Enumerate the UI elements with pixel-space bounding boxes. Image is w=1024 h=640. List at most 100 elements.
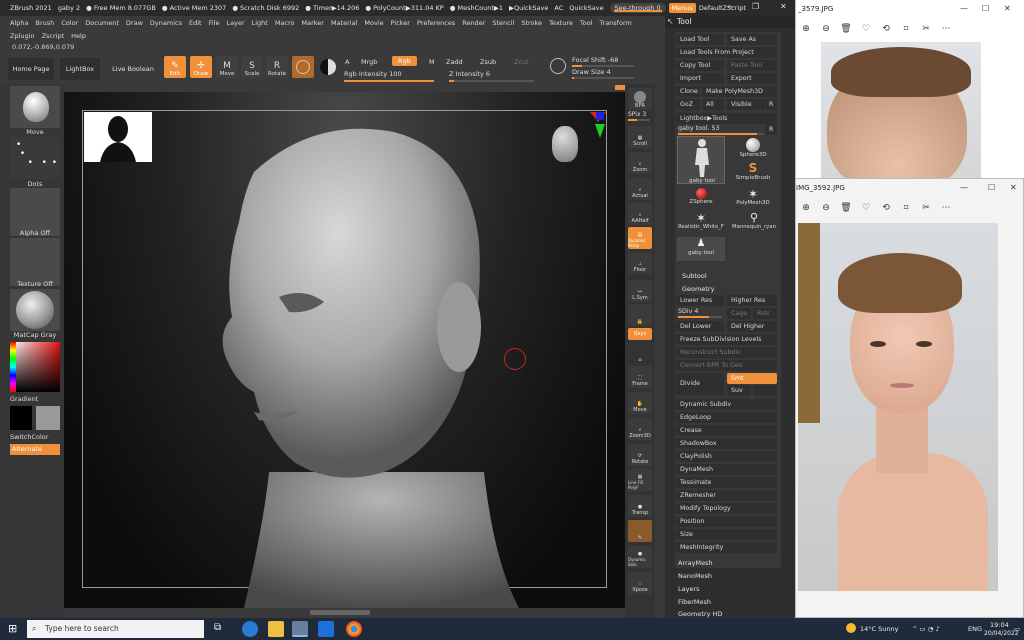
- move-view-button[interactable]: ✋ Move: [628, 392, 652, 414]
- menu-transform[interactable]: Transform: [600, 19, 632, 27]
- zcut-toggle[interactable]: Zcut: [514, 58, 529, 66]
- zb-minimize-icon[interactable]: —: [727, 2, 735, 11]
- reconstruct-subdiv-button[interactable]: Reconstruct Subdiv: [676, 347, 777, 358]
- viewer1-close-icon[interactable]: ✕: [1004, 4, 1011, 13]
- switchcolor-button[interactable]: SwitchColor: [10, 433, 60, 441]
- more-icon-2[interactable]: ⋯: [936, 203, 956, 213]
- geo-dynamic-subdiv[interactable]: Dynamic Subdiv: [676, 399, 777, 410]
- cage-button[interactable]: Cage: [727, 308, 751, 319]
- photos-icon[interactable]: [318, 621, 334, 637]
- suv-toggle[interactable]: Suv: [727, 385, 751, 396]
- lightbox-button[interactable]: LightBox: [60, 58, 100, 80]
- higher-res-button[interactable]: Higher Res: [727, 295, 777, 306]
- layers-section[interactable]: Layers: [678, 584, 700, 595]
- geometry-section[interactable]: Geometry: [679, 284, 714, 295]
- zsphere-thumb[interactable]: ZSphere: [677, 188, 725, 210]
- make-polymesh-button[interactable]: Make PolyMesh3D: [702, 86, 777, 97]
- menu-light[interactable]: Light: [252, 19, 268, 27]
- navigation-head-icon[interactable]: [552, 126, 578, 162]
- sdiv-track[interactable]: [678, 316, 722, 318]
- copy-tool-button[interactable]: Copy Tool: [676, 60, 724, 71]
- menu-zplugin[interactable]: Zplugin: [10, 32, 35, 40]
- bpr-button[interactable]: BPR: [628, 88, 652, 110]
- rotate-button[interactable]: R Rotate: [266, 56, 288, 78]
- edit-icon[interactable]: ✂: [916, 24, 936, 34]
- a-toggle[interactable]: A: [345, 58, 349, 66]
- viewer2-minimize-icon[interactable]: —: [960, 183, 968, 192]
- gaby-tool-thumb-2[interactable]: ♟ gaby tool: [677, 237, 725, 261]
- zoom-out-icon[interactable]: ⊖: [816, 24, 836, 34]
- simplebrush-thumb[interactable]: S SimpleBrush: [728, 162, 778, 184]
- spix-slider[interactable]: SPix 3: [628, 111, 646, 118]
- taskbar-search[interactable]: ⌕ Type here to search: [27, 620, 204, 638]
- language-indicator[interactable]: ENG: [968, 618, 982, 640]
- rotate-icon[interactable]: ⟲: [876, 24, 896, 34]
- mrgb-toggle[interactable]: Mrgb: [361, 58, 377, 66]
- menu-dynamics[interactable]: Dynamics: [150, 19, 182, 27]
- viewer2-maximize-icon[interactable]: ☐: [988, 183, 995, 192]
- current-tool-thumb[interactable]: gaby tool: [677, 136, 725, 184]
- menu-macro[interactable]: Macro: [275, 19, 295, 27]
- polymesh3d-thumb[interactable]: ✶ PolyMesh3D: [728, 188, 778, 210]
- frame-button[interactable]: ⛶ Frame: [628, 366, 652, 388]
- menu-movie[interactable]: Movie: [364, 19, 383, 27]
- color-toggle-icon[interactable]: [320, 59, 336, 75]
- rstr-button[interactable]: Rstr: [753, 308, 777, 319]
- tool-slider-track[interactable]: [678, 133, 764, 135]
- viewer1-maximize-icon[interactable]: ☐: [982, 4, 989, 13]
- rotate-view-button[interactable]: ⟳ Rotate: [628, 444, 652, 466]
- home-page-button[interactable]: Home Page: [8, 58, 54, 80]
- zb-restore-icon[interactable]: ❐: [752, 2, 759, 11]
- zoom3d-button[interactable]: ⌕ Zoom3D: [628, 418, 652, 440]
- menu-help[interactable]: Help: [71, 32, 86, 40]
- draw-size-slider[interactable]: Draw Size 4: [572, 68, 611, 76]
- persp-button[interactable]: ▤ Dynamic Persp: [628, 227, 652, 249]
- reuv-toggle[interactable]: [753, 385, 777, 396]
- delete-icon-2[interactable]: 🗑: [836, 203, 856, 213]
- rotate-icon-2[interactable]: ⟲: [876, 203, 896, 213]
- actual-button[interactable]: ⌕ Actual: [628, 178, 652, 200]
- viewer1-minimize-icon[interactable]: —: [960, 4, 968, 13]
- import-button[interactable]: Import: [676, 73, 724, 84]
- mannequin-thumb[interactable]: ⚲ Mannequin_ryan: [728, 212, 780, 234]
- more-icon[interactable]: ⋯: [936, 24, 956, 34]
- menu-preferences[interactable]: Preferences: [417, 19, 455, 27]
- edit-button[interactable]: ✎ Edit: [164, 56, 186, 78]
- lightbox-tools-button[interactable]: Lightbox▶Tools: [676, 113, 777, 124]
- head-model[interactable]: [64, 92, 625, 608]
- paste-tool-button[interactable]: Paste Tool: [727, 60, 777, 71]
- smt-toggle[interactable]: Smt: [727, 373, 777, 384]
- crop-icon-2[interactable]: ⌗: [896, 203, 916, 213]
- delete-icon[interactable]: 🗑: [836, 24, 856, 34]
- tool-pin-icon[interactable]: ↖: [667, 17, 674, 26]
- zoom-in-icon[interactable]: ⊕: [796, 24, 816, 34]
- m-toggle[interactable]: M: [429, 58, 435, 66]
- rgb-intensity-slider[interactable]: Rgb Intensity 100: [344, 70, 402, 78]
- bottom-scroll-handle[interactable]: [310, 610, 370, 615]
- notification-icon[interactable]: ▭: [1014, 618, 1020, 640]
- windows-start-icon[interactable]: ⊞: [8, 622, 17, 635]
- goz-all-button[interactable]: All: [702, 99, 724, 110]
- geo-zremesher[interactable]: ZRemesher: [676, 490, 777, 501]
- scale-button[interactable]: S Scale: [241, 56, 263, 78]
- menu-brush[interactable]: Brush: [35, 19, 54, 27]
- menu-stroke[interactable]: Stroke: [521, 19, 542, 27]
- geo-modify-topology[interactable]: Modify Topology: [676, 503, 777, 514]
- convert-bpr-button[interactable]: Convert BPR To Geo: [676, 360, 777, 371]
- title-quicksave[interactable]: ▶QuickSave: [509, 4, 548, 12]
- solo-button[interactable]: ● Dynamic Solo: [628, 546, 652, 568]
- polyf-button[interactable]: ▦ Line Fill PolyF: [628, 469, 652, 491]
- menu-alpha[interactable]: Alpha: [10, 19, 28, 27]
- edge-icon[interactable]: [242, 621, 258, 637]
- sdiv-slider[interactable]: SDiv 4: [678, 308, 698, 315]
- del-lower-button[interactable]: Del Lower: [676, 321, 724, 332]
- export-button[interactable]: Export: [727, 73, 777, 84]
- goz-button[interactable]: GoZ: [676, 99, 700, 110]
- texture-thumbnail[interactable]: [10, 238, 60, 286]
- title-quicksave-btn[interactable]: QuickSave: [569, 4, 603, 12]
- hue-strip[interactable]: [10, 342, 16, 392]
- rgb-toggle[interactable]: Rgb: [392, 56, 417, 66]
- see-through-slider[interactable]: See-through 0: [609, 3, 666, 13]
- tool-slider-r-button[interactable]: R: [766, 124, 777, 135]
- zoom-button[interactable]: ⌕ Zoom: [628, 152, 652, 174]
